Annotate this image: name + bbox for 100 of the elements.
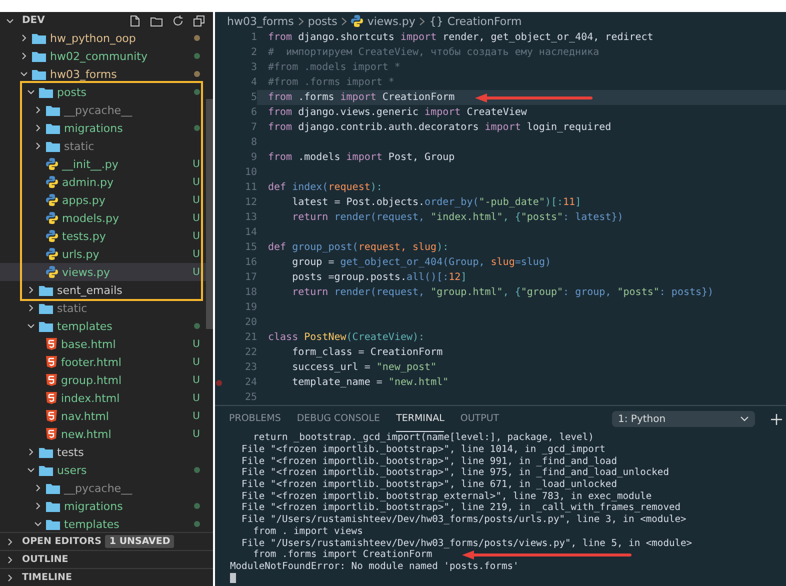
- breadcrumb-item[interactable]: views.py: [367, 14, 416, 28]
- panel-tab[interactable]: TERMINAL: [396, 406, 444, 432]
- chevron-icon[interactable]: [27, 286, 35, 294]
- tree-item[interactable]: templates: [0, 317, 206, 335]
- file-name: base.html: [61, 338, 117, 350]
- git-status-label: U: [192, 158, 200, 170]
- line-number: 3: [250, 62, 257, 73]
- section-title: OUTLINE: [22, 554, 68, 565]
- tree-item[interactable]: hw02_community: [0, 47, 206, 65]
- code-line: def index(request):: [268, 182, 382, 193]
- tree-item[interactable]: migrations: [0, 497, 206, 515]
- tree-item[interactable]: users: [0, 461, 206, 479]
- new-file-icon[interactable]: [129, 14, 141, 26]
- folder-icon: [39, 302, 53, 314]
- tree-item[interactable]: tests: [0, 443, 206, 461]
- tree-item[interactable]: sent_emails: [0, 281, 206, 299]
- file-name: users: [57, 464, 88, 476]
- tree-item[interactable]: tests.py U: [0, 227, 206, 245]
- panel-tab[interactable]: OUTPUT: [460, 406, 500, 432]
- chevron-icon[interactable]: [27, 304, 35, 312]
- code-line: from django.views.generic import CreateView: [268, 107, 527, 118]
- chevron-icon[interactable]: [20, 52, 28, 60]
- breadcrumb-item[interactable]: CreationForm: [447, 14, 522, 28]
- tree-item[interactable]: __init__.py U: [0, 155, 206, 173]
- folder-icon: [32, 68, 46, 80]
- line-number: 8: [250, 137, 257, 148]
- python-icon: [351, 15, 364, 27]
- chevron-icon[interactable]: [6, 16, 14, 24]
- tree-item[interactable]: urls.py U: [0, 245, 206, 263]
- file-name: hw02_community: [50, 50, 148, 62]
- tree-item[interactable]: models.py U: [0, 209, 206, 227]
- add-icon[interactable]: [771, 414, 782, 424]
- tree-item[interactable]: posts: [0, 83, 206, 101]
- refresh-icon[interactable]: [172, 14, 184, 26]
- tree-item[interactable]: base.html U: [0, 335, 206, 353]
- html-icon: [46, 410, 57, 422]
- tree-item[interactable]: templates: [0, 515, 206, 532]
- sidebar-section[interactable]: OUTLINE: [0, 550, 213, 568]
- chevron-icon[interactable]: [34, 520, 42, 528]
- tree-item[interactable]: nav.html U: [0, 407, 206, 425]
- folder-icon: [39, 86, 53, 98]
- breakpoint-dot[interactable]: [216, 380, 222, 386]
- chevron-icon[interactable]: [34, 142, 42, 150]
- chevron-icon[interactable]: [27, 448, 35, 456]
- chevron-icon[interactable]: [6, 556, 14, 564]
- tree-item[interactable]: __pycache__: [0, 479, 206, 497]
- chevron-icon[interactable]: [27, 88, 35, 96]
- terminal-line: File "<frozen importlib._bootstrap>", line 1014, in _gcd_import: [240, 444, 606, 456]
- chevron-icon[interactable]: [34, 106, 42, 114]
- git-status-label: U: [192, 392, 200, 404]
- sidebar-section[interactable]: OPEN EDITORS 1 UNSAVED: [0, 532, 213, 550]
- chevron-icon[interactable]: [34, 124, 42, 132]
- tree-item[interactable]: index.html U: [0, 389, 206, 407]
- code-line: return render(request, "group.html", {"group": group, "posts": posts}): [291, 287, 714, 298]
- code-line: # импортируем CreateView, чтобы создать ему наследника: [268, 47, 600, 58]
- tree-item[interactable]: apps.py U: [0, 191, 206, 209]
- tree-item[interactable]: __pycache__: [0, 101, 206, 119]
- tree-item[interactable]: group.html U: [0, 371, 206, 389]
- tree-item[interactable]: migrations: [0, 119, 206, 137]
- html-icon: [46, 374, 57, 386]
- tree-item[interactable]: hw03_forms: [0, 65, 206, 83]
- chevron-icon[interactable]: [6, 574, 14, 582]
- git-status-label: U: [192, 428, 200, 440]
- chevron-icon[interactable]: [20, 70, 28, 78]
- sidebar-section[interactable]: TIMELINE: [0, 568, 213, 586]
- file-name: tests.py: [62, 230, 107, 242]
- terminal-line: File "<frozen importlib._bootstrap>", line 219, in _call_with_frames_removed: [240, 502, 681, 514]
- tree-item[interactable]: footer.html U: [0, 353, 206, 371]
- chevron-icon[interactable]: [34, 484, 42, 492]
- terminal-line: File "<frozen importlib._bootstrap>", line 975, in _find_and_load_unlocked: [240, 467, 669, 478]
- code-line: posts =group.posts.all()[:12]: [291, 272, 467, 283]
- tree-item[interactable]: static: [0, 299, 206, 317]
- tree-item[interactable]: new.html U: [0, 425, 206, 443]
- python-icon: [46, 266, 58, 278]
- breadcrumb-item[interactable]: posts: [308, 14, 338, 28]
- chevron-icon[interactable]: [27, 466, 35, 474]
- file-name: sent_emails: [57, 284, 124, 296]
- file-name: __init__.py: [62, 158, 120, 170]
- chevron-icon[interactable]: [20, 34, 28, 42]
- new-folder-icon[interactable]: [150, 14, 163, 26]
- panel-tab[interactable]: PROBLEMS: [229, 406, 281, 432]
- file-name: static: [57, 302, 88, 314]
- file-name: footer.html: [61, 356, 122, 368]
- line-number: 1: [250, 32, 257, 43]
- collapse-icon[interactable]: [193, 14, 205, 26]
- tree-item[interactable]: static: [0, 137, 206, 155]
- tree-item[interactable]: views.py U: [0, 263, 206, 281]
- terminal-select[interactable]: 1: Python: [612, 411, 755, 427]
- tree-item[interactable]: admin.py U: [0, 173, 206, 191]
- breadcrumb-item[interactable]: hw03_forms: [227, 14, 294, 28]
- scrollbar[interactable]: [206, 99, 213, 329]
- tree-item[interactable]: hw_python_oop: [0, 29, 206, 47]
- panel-tab[interactable]: DEBUG CONSOLE: [296, 406, 380, 432]
- chevron-icon[interactable]: [6, 538, 14, 546]
- html-icon: [46, 356, 57, 368]
- section-title: TIMELINE: [22, 572, 72, 583]
- line-number: 6: [250, 107, 257, 118]
- chevron-icon[interactable]: [34, 502, 42, 510]
- line-number: 15: [244, 242, 257, 253]
- chevron-icon[interactable]: [27, 322, 35, 330]
